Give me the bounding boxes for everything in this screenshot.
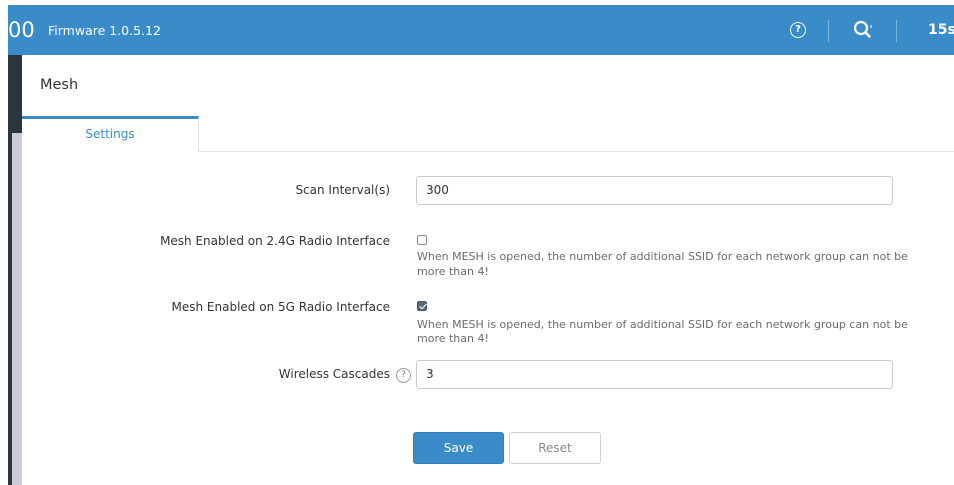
scan-interval-input[interactable]: 300 [416, 176, 893, 205]
toolbar-divider [896, 20, 897, 42]
panel-header: Mesh [22, 55, 954, 116]
search-icon[interactable] [852, 19, 874, 41]
mesh-5g-note-line2: more than 4! [417, 332, 489, 345]
save-button[interactable]: Save [413, 432, 504, 464]
mesh-24g-checkbox[interactable] [417, 235, 427, 245]
tab-settings[interactable]: Settings [22, 116, 199, 152]
help-icon[interactable]: ? [396, 368, 411, 383]
left-nav-edge [8, 55, 22, 485]
top-bar: 00 Firmware 1.0.5.12 ? 15s [8, 5, 954, 55]
wireless-cascades-input[interactable]: 3 [416, 360, 893, 389]
session-timer: 15s [928, 22, 954, 38]
firmware-version: Firmware 1.0.5.12 [48, 23, 161, 38]
mesh-5g-note-line1: When MESH is opened, the number of addit… [417, 318, 908, 331]
mesh-5g-checkbox[interactable] [417, 301, 427, 311]
mesh-24g-label: Mesh Enabled on 2.4G Radio Interface [160, 234, 390, 248]
mesh-24g-note-line1: When MESH is opened, the number of addit… [417, 250, 908, 263]
toolbar-divider [828, 20, 829, 42]
wireless-cascades-label: Wireless Cascades [278, 367, 390, 381]
mesh-5g-label: Mesh Enabled on 5G Radio Interface [171, 300, 390, 314]
mesh-24g-note-line2: more than 4! [417, 265, 489, 278]
left-nav-scrollbar[interactable] [12, 133, 22, 485]
help-circle-icon[interactable]: ? [790, 22, 806, 38]
page-title: Mesh [40, 77, 79, 93]
tab-settings-label: Settings [85, 127, 135, 141]
tabs-divider [199, 151, 954, 152]
reset-button[interactable]: Reset [509, 432, 601, 464]
product-logo: 00 [8, 18, 35, 42]
scan-interval-label: Scan Interval(s) [295, 183, 390, 197]
